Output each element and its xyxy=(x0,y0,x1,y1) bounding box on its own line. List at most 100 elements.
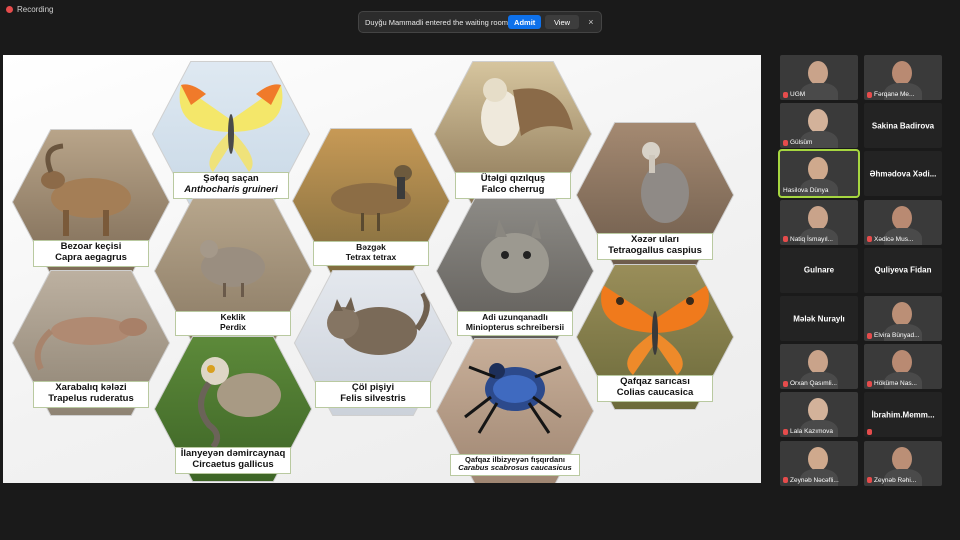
animal-hex-carabus: Qafqaz ilbizyeyən fışqırdanı Carabus scab… xyxy=(435,337,595,483)
participant-name: Mələk Nuraylı xyxy=(793,314,845,323)
mic-muted-icon xyxy=(867,91,872,98)
animal-caption: Ütəlgi qızılquş Falco cherrug xyxy=(455,172,571,199)
animal-hex-circaetus: İlanyeyən dəmircaynaq Circaetus gallicus xyxy=(153,335,313,483)
animal-caption: İlanyeyən dəmircaynaq Circaetus gallicus xyxy=(175,447,291,474)
recording-dot-icon xyxy=(6,6,13,13)
animal-caption: Bəzgək Tetrax tetrax xyxy=(313,241,429,266)
participant-name-label: UGM xyxy=(783,91,805,98)
participant-tile[interactable]: Gulnare xyxy=(780,247,858,293)
animal-hex-trapelus: Xarabalıq kələzi Trapelus ruderatus xyxy=(11,269,171,417)
participant-name-label: Orxan Qasımli... xyxy=(783,380,837,387)
participant-name-label: Hökümə Nas... xyxy=(867,380,917,387)
animal-latin-name: Colias caucasica xyxy=(616,387,694,399)
shared-screen-slide: Bezoar keçisi Capra aegagrus Şəfəq saçan An… xyxy=(3,55,761,483)
participant-name: Quliyeva Fidan xyxy=(874,265,932,275)
participant-tile[interactable]: Lala Kazımova xyxy=(780,392,858,438)
participant-video xyxy=(808,109,828,134)
recording-indicator[interactable]: Recording xyxy=(6,5,53,14)
notification-message: Duyğu Mammadli entered the waiting room xyxy=(365,17,508,27)
animal-latin-name: Tetraogallus caspius xyxy=(608,245,702,257)
participant-tile[interactable]: Orxan Qasımli... xyxy=(780,344,858,390)
mic-muted-icon xyxy=(783,477,788,484)
participant-tile[interactable]: Hasilova Dünya xyxy=(778,149,860,199)
mic-muted-icon xyxy=(867,429,872,436)
participant-name-label: Xədicə Mus... xyxy=(867,236,913,243)
animal-latin-name: Felis silvestris xyxy=(340,393,406,405)
participant-name-label: Lala Kazımova xyxy=(783,428,833,435)
participant-tile[interactable]: Zeynəb Nəcəfli... xyxy=(780,440,858,486)
animal-caption: Qafqaz sarıcası Colias caucasica xyxy=(597,375,713,402)
animal-latin-name: Trapelus ruderatus xyxy=(48,393,134,405)
participant-tile[interactable]: Quliyeva Fidan xyxy=(864,247,942,293)
animal-caption: Qafqaz ilbizyeyən fışqırdanı Carabus scab… xyxy=(450,453,580,476)
recording-label: Recording xyxy=(17,5,54,14)
participant-tile[interactable]: Mələk Nuraylı xyxy=(780,296,858,341)
participant-tile[interactable]: UGM xyxy=(780,55,858,100)
participant-name-label: Hasilova Dünya xyxy=(783,187,829,195)
animal-hex-miniopterus: Adi uzunqanadlı Miniopterus schreibersii xyxy=(435,197,595,345)
participant-tile[interactable]: Natiq İsmayıl... xyxy=(780,199,858,245)
participant-name-label: Elvira Bünyad... xyxy=(867,332,920,339)
animal-caption: Çöl pişiyi Felis silvestris xyxy=(315,381,431,408)
animal-hex-anthocharis: Şəfəq saçan Anthocharis gruineri xyxy=(151,60,311,208)
animal-hex-bezoar: Bezoar keçisi Capra aegagrus xyxy=(11,128,171,276)
mic-muted-icon xyxy=(783,139,788,146)
view-button[interactable]: View xyxy=(545,15,579,29)
animal-caption: Adi uzunqanadlı Miniopterus schreibersii xyxy=(457,311,573,336)
mic-muted-icon xyxy=(867,236,872,243)
animal-latin-name: Capra aegagrus xyxy=(55,252,127,264)
animal-latin-name: Anthocharis gruineri xyxy=(184,184,278,196)
animal-hex-colias: Qafqaz sarıcası Colias caucasica xyxy=(575,263,735,411)
animal-hex-tetrax: Bəzgək Tetrax tetrax xyxy=(291,127,451,275)
participant-video xyxy=(808,350,828,375)
animal-caption: Xəzər uları Tetraogallus caspius xyxy=(597,233,713,260)
participant-tile[interactable]: Sakina Badirova xyxy=(864,103,942,149)
participant-name-label: Natiq İsmayıl... xyxy=(783,236,833,243)
animal-latin-name: Tetrax tetrax xyxy=(345,252,397,263)
mic-muted-icon xyxy=(783,91,788,98)
participant-name-label: Zeynəb Rəhi... xyxy=(867,477,916,484)
participant-name: İbrahim.Memm... xyxy=(871,410,935,420)
participant-video xyxy=(892,205,912,230)
participant-video xyxy=(808,205,828,230)
animal-caption: Keklik Perdix xyxy=(175,311,291,336)
participant-tile[interactable]: Əhmədova Xədi... xyxy=(864,151,942,197)
animal-hex-tetraogallus: Xəzər uları Tetraogallus caspius xyxy=(575,121,735,269)
animal-hex-felis: Çöl pişiyi Felis silvestris xyxy=(293,269,453,417)
waiting-room-notification: Duyğu Mammadli entered the waiting room … xyxy=(358,11,602,33)
participant-video xyxy=(892,302,912,326)
animal-caption: Şəfəq saçan Anthocharis gruineri xyxy=(173,172,289,199)
participant-tile[interactable]: İbrahim.Memm... xyxy=(864,392,942,438)
participant-tile[interactable]: Xədicə Mus... xyxy=(864,199,942,245)
participant-name: Sakina Badirova xyxy=(871,121,935,131)
mic-muted-icon xyxy=(783,236,788,243)
animal-hex-falco: Ütəlgi qızılquş Falco cherrug xyxy=(433,60,593,208)
participant-name: Əhmədova Xədi... xyxy=(869,169,937,179)
participant-name-label: Fərqanə Me... xyxy=(867,91,914,98)
mic-muted-icon xyxy=(783,380,788,387)
participant-video xyxy=(808,157,828,182)
participant-tile[interactable]: Fərqanə Me... xyxy=(864,55,942,100)
close-icon[interactable]: × xyxy=(587,17,595,27)
participant-tile[interactable]: Elvira Bünyad... xyxy=(864,296,942,341)
participant-video xyxy=(808,446,828,471)
participant-tile[interactable]: Gülsüm xyxy=(780,103,858,149)
participant-video xyxy=(892,61,912,85)
participant-name: Gulnare xyxy=(803,265,835,275)
admit-button[interactable]: Admit xyxy=(507,15,542,29)
animal-latin-name: Carabus scabrosus caucasicus xyxy=(458,463,572,473)
animal-hex-perdix: Keklik Perdix xyxy=(153,197,313,345)
animal-latin-name: Falco cherrug xyxy=(481,184,545,196)
mic-muted-icon xyxy=(783,428,788,435)
animal-latin-name: Circaetus gallicus xyxy=(192,459,274,471)
participant-video xyxy=(808,398,828,423)
animal-latin-name: Perdix xyxy=(220,322,246,333)
participant-name-label: Gülsüm xyxy=(783,139,812,146)
animal-latin-name: Miniopterus schreibersii xyxy=(465,322,565,333)
participant-tile[interactable]: Hökümə Nas... xyxy=(864,344,942,390)
mic-muted-icon xyxy=(867,380,872,387)
mic-muted-icon xyxy=(867,332,872,339)
participant-video xyxy=(808,61,828,85)
participant-mic-status xyxy=(867,429,872,436)
participant-tile[interactable]: Zeynəb Rəhi... xyxy=(864,440,942,486)
